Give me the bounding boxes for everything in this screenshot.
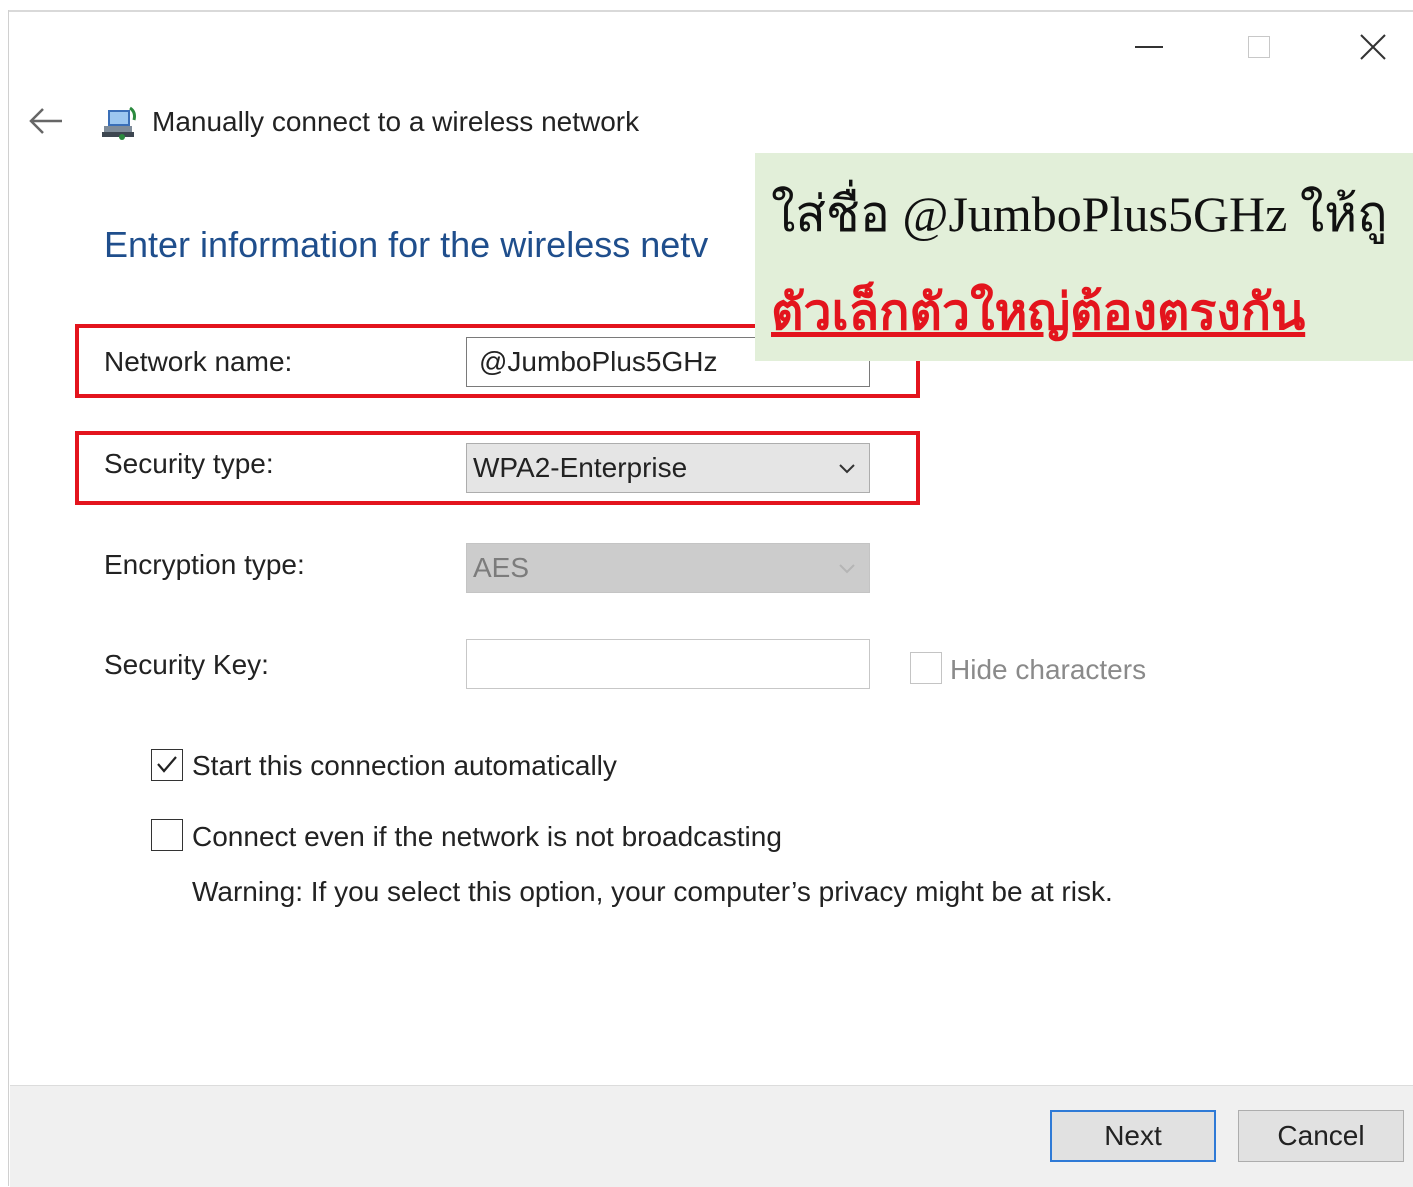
close-button[interactable] xyxy=(1348,22,1398,72)
callout-line-1: ใส่ชื่อ @JumboPlus5GHz ให้ถู xyxy=(771,186,1388,242)
window-left-edge xyxy=(0,10,9,1186)
cancel-button[interactable]: Cancel xyxy=(1238,1110,1404,1162)
encryption-type-select: AES xyxy=(466,543,870,593)
chevron-down-icon xyxy=(839,564,855,574)
auto-start-label[interactable]: Start this connection automatically xyxy=(192,750,617,782)
encryption-type-value: AES xyxy=(473,552,530,583)
dialog-title: Manually connect to a wireless network xyxy=(152,106,640,137)
next-button[interactable]: Next xyxy=(1050,1110,1216,1162)
back-arrow-icon[interactable] xyxy=(26,104,66,138)
encryption-type-label: Encryption type: xyxy=(104,549,305,580)
network-icon xyxy=(102,106,136,140)
checkmark-icon xyxy=(157,756,177,773)
page-heading: Enter information for the wireless netv xyxy=(104,224,709,265)
security-key-label: Security Key: xyxy=(104,649,269,680)
hide-characters-checkbox xyxy=(910,652,942,684)
callout-line-2: ตัวเล็กตัวใหญ่ต้องตรงกัน xyxy=(771,284,1306,340)
auto-start-checkbox[interactable] xyxy=(151,749,183,781)
privacy-warning: Warning: If you select this option, your… xyxy=(192,876,1113,907)
chevron-down-icon xyxy=(839,464,855,474)
security-key-input[interactable] xyxy=(466,639,870,689)
window-top-edge xyxy=(0,0,1413,12)
instruction-callout: ใส่ชื่อ @JumboPlus5GHz ให้ถู ตัวเล็กตัวใ… xyxy=(755,153,1413,361)
minimize-button[interactable] xyxy=(1124,22,1174,72)
hide-characters-label: Hide characters xyxy=(950,654,1147,685)
security-type-value: WPA2-Enterprise xyxy=(473,452,688,483)
broadcast-label[interactable]: Connect even if the network is not broad… xyxy=(192,821,782,853)
close-icon xyxy=(1360,34,1386,60)
network-name-label: Network name: xyxy=(104,346,293,377)
maximize-button[interactable] xyxy=(1234,22,1284,72)
security-type-select[interactable]: WPA2-Enterprise xyxy=(466,443,870,493)
security-type-label: Security type: xyxy=(104,448,274,479)
minimize-icon xyxy=(1135,46,1163,48)
maximize-icon xyxy=(1248,36,1270,58)
broadcast-checkbox[interactable] xyxy=(151,819,183,851)
